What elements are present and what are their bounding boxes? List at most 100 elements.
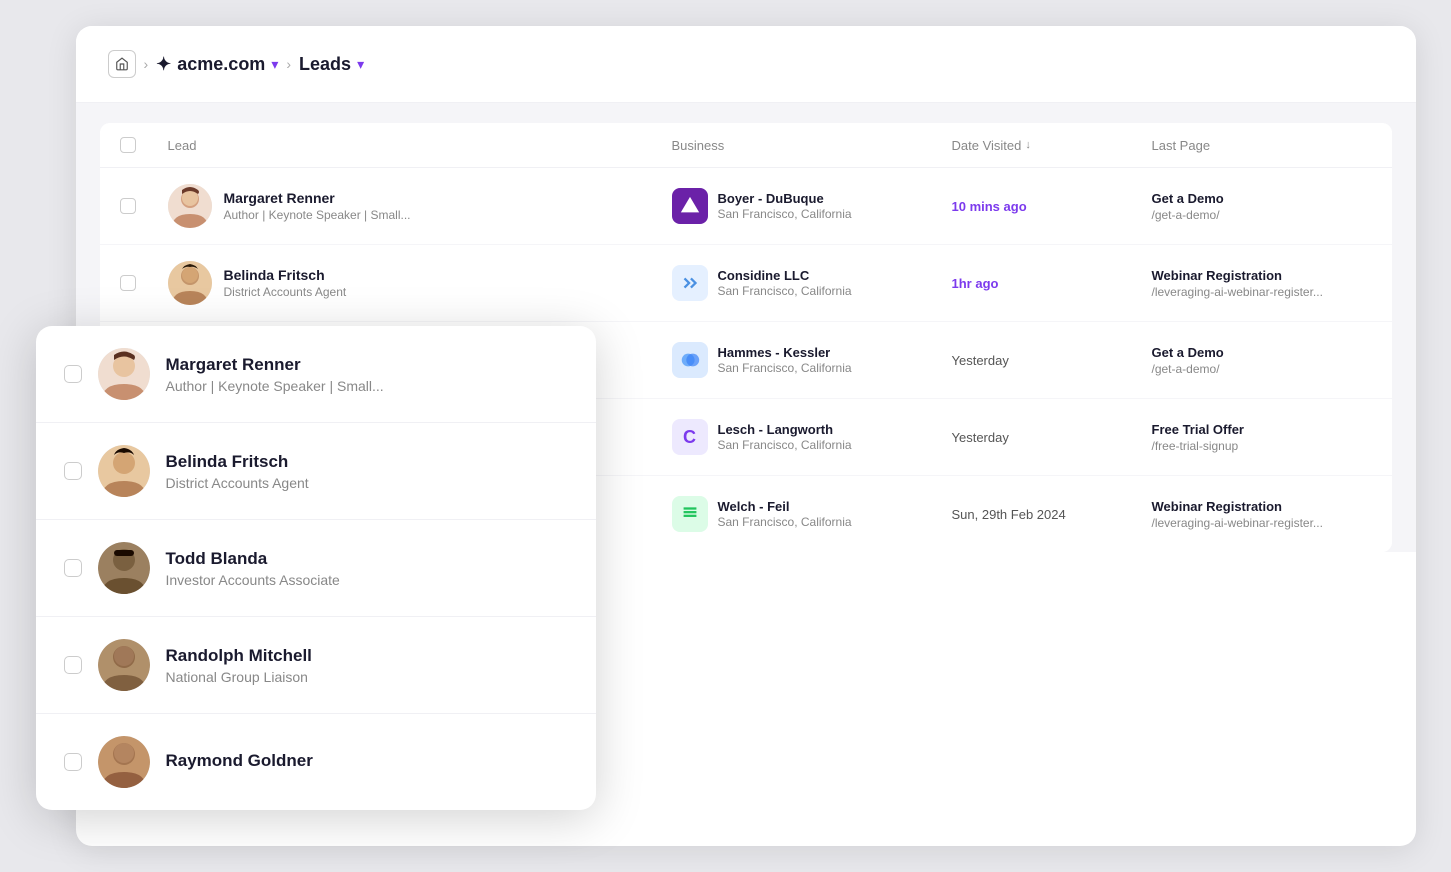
lead-info: Margaret Renner Author | Keynote Speaker… (224, 190, 411, 222)
page-url: /leveraging-ai-webinar-register... (1152, 285, 1372, 299)
last-page-cell: Webinar Registration /leveraging-ai-webi… (1152, 499, 1372, 530)
company-breadcrumb[interactable]: ✦ acme.com ▾ (156, 54, 278, 75)
panel-lead-name: Belinda Fritsch (166, 452, 309, 472)
business-logo (672, 342, 708, 378)
business-name: Boyer - DuBuque (718, 191, 852, 206)
panel-checkbox[interactable] (64, 559, 82, 577)
panel-avatar (98, 736, 150, 788)
sort-icon: ↓ (1025, 139, 1031, 151)
panel-checkbox[interactable] (64, 656, 82, 674)
separator-2: › (286, 56, 291, 72)
home-button[interactable] (108, 50, 136, 78)
col-last-page: Last Page (1152, 138, 1372, 153)
panel-avatar (98, 348, 150, 400)
business-name: Hammes - Kessler (718, 345, 852, 360)
panel-checkbox[interactable] (64, 365, 82, 383)
last-page-cell: Webinar Registration /leveraging-ai-webi… (1152, 268, 1372, 299)
business-location: San Francisco, California (718, 361, 852, 375)
row-checkbox-cell (120, 198, 168, 214)
business-cell: Considine LLC San Francisco, California (672, 265, 952, 301)
panel-checkbox[interactable] (64, 753, 82, 771)
page-label: Free Trial Offer (1152, 422, 1372, 437)
company-name: acme.com (177, 54, 265, 75)
panel-row[interactable]: Belinda Fritsch District Accounts Agent (36, 423, 596, 520)
panel-lead-title: Author | Keynote Speaker | Small... (166, 378, 384, 394)
business-logo (672, 188, 708, 224)
table-row[interactable]: Margaret Renner Author | Keynote Speaker… (100, 168, 1392, 245)
business-logo: C (672, 419, 708, 455)
col-date-visited[interactable]: Date Visited ↓ (952, 138, 1152, 153)
business-location: San Francisco, California (718, 438, 852, 452)
table-header: Lead Business Date Visited ↓ Last Page (100, 123, 1392, 168)
business-name: Welch - Feil (718, 499, 852, 514)
panel-row[interactable]: Raymond Goldner (36, 714, 596, 810)
lead-name: Margaret Renner (224, 190, 411, 206)
business-info: Lesch - Langworth San Francisco, Califor… (718, 422, 852, 452)
panel-row[interactable]: Todd Blanda Investor Accounts Associate (36, 520, 596, 617)
table-row[interactable]: Belinda Fritsch District Accounts Agent (100, 245, 1392, 322)
avatar (168, 184, 212, 228)
business-logo (672, 265, 708, 301)
panel-checkbox[interactable] (64, 462, 82, 480)
panel-avatar (98, 639, 150, 691)
panel-avatar (98, 445, 150, 497)
panel-row[interactable]: Margaret Renner Author | Keynote Speaker… (36, 326, 596, 423)
lead-info: Belinda Fritsch District Accounts Agent (224, 267, 347, 299)
col-business: Business (672, 138, 952, 153)
business-location: San Francisco, California (718, 284, 852, 298)
page-url: /free-trial-signup (1152, 439, 1372, 453)
page-wrapper: › ✦ acme.com ▾ › Leads ▾ Le (36, 26, 1416, 846)
lead-cell: Margaret Renner Author | Keynote Speaker… (168, 184, 672, 228)
panel-lead-name: Todd Blanda (166, 549, 340, 569)
business-cell: Hammes - Kessler San Francisco, Californ… (672, 342, 952, 378)
date-visited: 1hr ago (952, 276, 1152, 291)
page-url: /leveraging-ai-webinar-register... (1152, 516, 1372, 530)
avatar (168, 261, 212, 305)
business-info: Boyer - DuBuque San Francisco, Californi… (718, 191, 852, 221)
last-page-cell: Free Trial Offer /free-trial-signup (1152, 422, 1372, 453)
page-label: Webinar Registration (1152, 268, 1372, 283)
col-lead: Lead (168, 138, 672, 153)
header-checkbox-cell (120, 137, 168, 153)
company-chevron-icon[interactable]: ▾ (271, 56, 278, 73)
page-url: /get-a-demo/ (1152, 362, 1372, 376)
panel-row[interactable]: Randolph Mitchell National Group Liaison (36, 617, 596, 714)
panel-lead-info: Raymond Goldner (166, 751, 313, 774)
date-visited: Yesterday (952, 430, 1152, 445)
breadcrumb-bar: › ✦ acme.com ▾ › Leads ▾ (76, 26, 1416, 103)
business-cell: C Lesch - Langworth San Francisco, Calif… (672, 419, 952, 455)
lead-name: Belinda Fritsch (224, 267, 347, 283)
lead-cell: Belinda Fritsch District Accounts Agent (168, 261, 672, 305)
company-star-icon: ✦ (156, 54, 171, 75)
panel-lead-title: National Group Liaison (166, 669, 312, 685)
panel-avatar (98, 542, 150, 594)
panel-lead-info: Todd Blanda Investor Accounts Associate (166, 549, 340, 588)
date-visited: 10 mins ago (952, 199, 1152, 214)
row-checkbox[interactable] (120, 198, 136, 214)
lead-title: District Accounts Agent (224, 285, 347, 299)
panel-lead-name: Margaret Renner (166, 355, 384, 375)
business-location: San Francisco, California (718, 207, 852, 221)
leads-breadcrumb[interactable]: Leads ▾ (299, 54, 364, 75)
business-cell: Boyer - DuBuque San Francisco, Californi… (672, 188, 952, 224)
business-name: Considine LLC (718, 268, 852, 283)
panel-lead-info: Randolph Mitchell National Group Liaison (166, 646, 312, 685)
page-name: Leads (299, 54, 351, 75)
business-info: Welch - Feil San Francisco, California (718, 499, 852, 529)
page-label: Get a Demo (1152, 345, 1372, 360)
date-visited: Yesterday (952, 353, 1152, 368)
panel-lead-title: District Accounts Agent (166, 475, 309, 491)
business-cell: Welch - Feil San Francisco, California (672, 496, 952, 532)
select-all-checkbox[interactable] (120, 137, 136, 153)
date-visited: Sun, 29th Feb 2024 (952, 507, 1152, 522)
row-checkbox-cell (120, 275, 168, 291)
row-checkbox[interactable] (120, 275, 136, 291)
business-logo (672, 496, 708, 532)
page-label: Get a Demo (1152, 191, 1372, 206)
page-label: Webinar Registration (1152, 499, 1372, 514)
leads-chevron-icon[interactable]: ▾ (357, 56, 364, 73)
lead-title: Author | Keynote Speaker | Small... (224, 208, 411, 222)
business-name: Lesch - Langworth (718, 422, 852, 437)
panel-lead-title: Investor Accounts Associate (166, 572, 340, 588)
business-location: San Francisco, California (718, 515, 852, 529)
